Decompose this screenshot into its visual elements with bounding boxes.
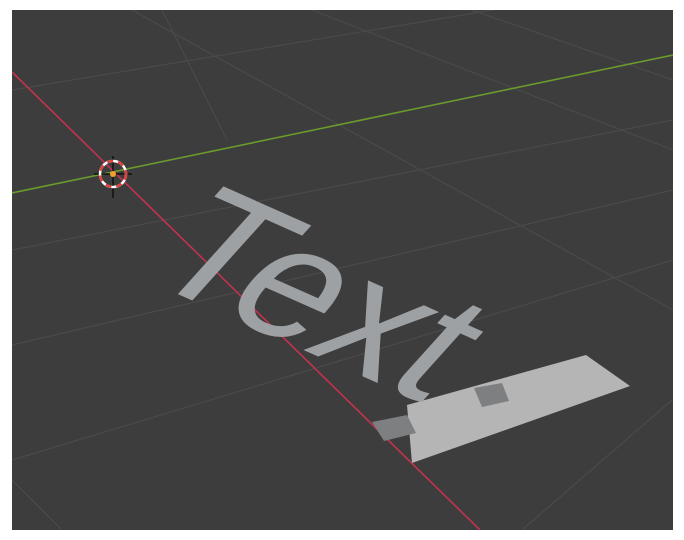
viewport-canvas[interactable]: Text: [12, 10, 673, 530]
object-origin-icon: [110, 171, 116, 177]
screenshot-frame: Text: [0, 0, 684, 540]
3d-viewport[interactable]: Text: [12, 10, 673, 530]
